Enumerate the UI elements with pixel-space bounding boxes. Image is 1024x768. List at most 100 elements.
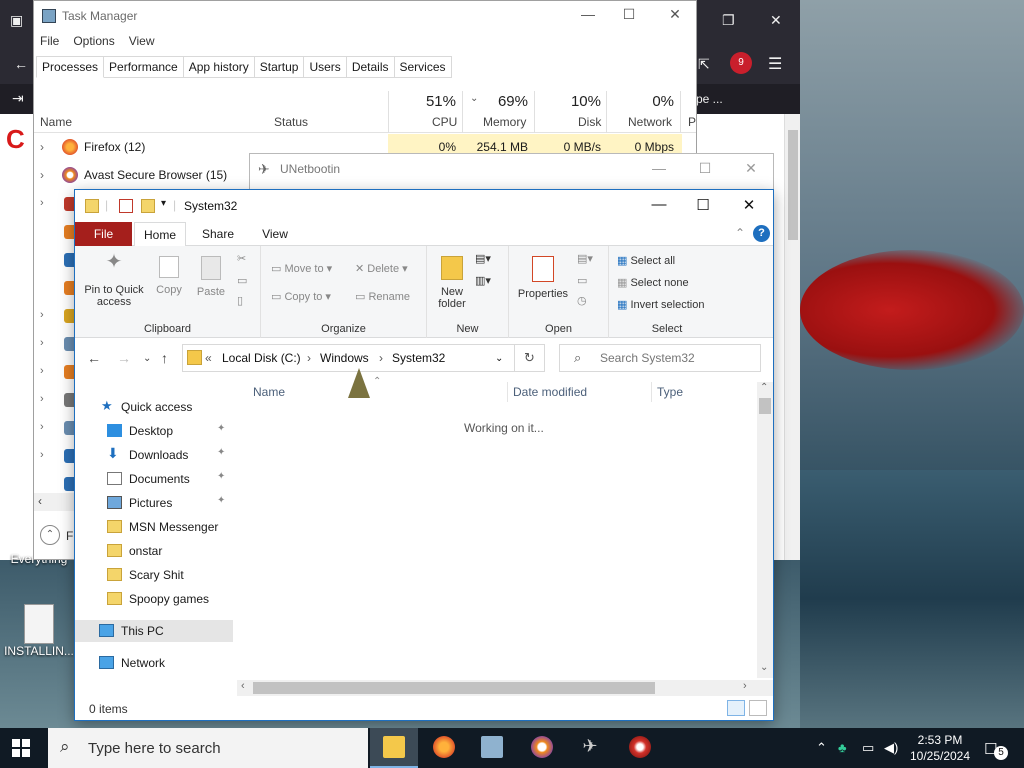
nav-documents[interactable]: Documents ✦ (75, 468, 233, 490)
nav-spoopy-games[interactable]: Spoopy games (75, 588, 233, 610)
edit-icon[interactable]: ▭ (577, 274, 587, 287)
maximize-button[interactable]: ☐ (680, 196, 726, 214)
title-bar[interactable]: | ▾ | System32 — ☐ ✕ (75, 190, 773, 222)
address-dropdown-icon[interactable]: ⌄ (495, 353, 503, 364)
menu-file[interactable]: File (40, 34, 59, 48)
pin-icon[interactable]: ✦ (217, 471, 225, 482)
large-icons-view-icon[interactable] (749, 700, 767, 716)
tab-users[interactable]: Users (304, 56, 347, 78)
up-icon[interactable]: ↑ (161, 350, 168, 366)
pin-icon[interactable]: ✦ (217, 423, 225, 434)
new-folder-icon[interactable] (141, 199, 155, 213)
menu-view[interactable]: View (129, 34, 155, 48)
column-name[interactable]: Name (40, 115, 72, 129)
tab-performance[interactable]: Performance (104, 56, 184, 78)
close-button[interactable]: ✕ (652, 6, 698, 23)
nav-this-pc[interactable]: This PC (75, 620, 233, 642)
chevron-right-icon[interactable]: › (307, 351, 311, 365)
minimize-button[interactable]: — (565, 6, 611, 22)
taskbar-task-manager[interactable] (468, 728, 516, 768)
tab-share[interactable]: Share (193, 222, 243, 246)
scroll-thumb[interactable] (759, 398, 771, 414)
copy-button[interactable]: Copy (153, 256, 185, 296)
scroll-left-icon[interactable]: ‹ (38, 494, 42, 508)
nav-onstar[interactable]: onstar (75, 540, 233, 562)
import-icon[interactable]: ⇥ (12, 90, 24, 107)
pin-icon[interactable]: ✦ (217, 495, 225, 506)
avast-extension-badge[interactable]: 9 (730, 52, 752, 74)
menu-options[interactable]: Options (73, 34, 114, 48)
help-icon[interactable]: ? (753, 225, 770, 242)
column-power[interactable]: P (688, 115, 696, 129)
paste-shortcut-icon[interactable]: ▯ (237, 294, 243, 307)
select-all-button[interactable]: ▦ Select all (617, 254, 675, 267)
browser-close-icon[interactable]: ✕ (770, 12, 782, 29)
taskbar-firefox[interactable] (420, 728, 468, 768)
expand-icon[interactable]: › (40, 140, 44, 154)
back-icon[interactable]: ← (87, 350, 101, 366)
breadcrumb-windows[interactable]: Windows (320, 351, 369, 365)
collapse-ribbon-icon[interactable]: ⌃ (735, 226, 745, 240)
nav-msn-messenger[interactable]: MSN Messenger (75, 516, 233, 538)
sort-up-icon[interactable]: ⌃ (373, 376, 381, 387)
expand-icon[interactable]: › (40, 421, 44, 433)
fewer-details-icon[interactable]: ⌃ (40, 525, 60, 545)
invert-selection-button[interactable]: ▦ Invert selection (617, 298, 704, 311)
minimize-button[interactable]: — (636, 196, 682, 213)
column-date-modified[interactable]: Date modified (513, 385, 587, 399)
search-box[interactable]: ⌕ Search System32 (559, 344, 761, 372)
scroll-up-icon[interactable]: ⌃ (760, 382, 768, 393)
tab-processes[interactable]: Processes (36, 56, 105, 78)
properties-icon[interactable] (119, 199, 133, 213)
fewer-details-label[interactable]: F (66, 529, 73, 543)
restore-icon[interactable]: ❐ (722, 12, 735, 29)
breadcrumb-local-disk[interactable]: Local Disk (C:) (222, 351, 301, 365)
tray-app-icon[interactable]: ♣ (838, 740, 847, 755)
scroll-down-icon[interactable]: ⌄ (760, 662, 768, 673)
new-item-icon[interactable]: ▤▾ (475, 252, 491, 265)
delete-button[interactable]: ✕ Delete ▾ (355, 262, 408, 275)
maximize-button[interactable]: ☐ (606, 6, 652, 23)
nav-pictures[interactable]: Pictures ✦ (75, 492, 233, 514)
expand-icon[interactable]: › (40, 449, 44, 461)
taskbar-file-explorer[interactable] (370, 728, 418, 768)
nav-downloads[interactable]: ⬇ Downloads ✦ (75, 444, 233, 466)
column-disk[interactable]: Disk (578, 115, 601, 129)
tab-file[interactable]: File (75, 222, 132, 246)
expand-icon[interactable]: › (40, 337, 44, 349)
refresh-icon[interactable]: ↻ (515, 344, 545, 372)
breadcrumb-overflow[interactable]: « (205, 351, 212, 365)
browser-tab-icon[interactable]: ▣ (10, 12, 23, 29)
tab-app-history[interactable]: App history (183, 56, 255, 78)
maximize-button[interactable]: ☐ (682, 160, 728, 177)
open-icon[interactable]: ▤▾ (577, 252, 593, 265)
scroll-right-icon[interactable]: › (743, 680, 747, 692)
easy-access-icon[interactable]: ▥▾ (475, 274, 491, 287)
tab-startup[interactable]: Startup (254, 56, 305, 78)
select-none-button[interactable]: ▦ Select none (617, 276, 689, 289)
nav-network[interactable]: Network (75, 652, 233, 674)
cut-icon[interactable]: ✂ (237, 252, 246, 265)
column-memory[interactable]: Memory (483, 115, 526, 129)
column-type[interactable]: Type (657, 385, 683, 399)
breadcrumb-system32[interactable]: System32 (392, 351, 445, 365)
move-to-button[interactable]: ▭ Move to ▾ (271, 262, 332, 275)
new-folder-button[interactable]: New folder (431, 256, 473, 310)
show-hidden-icons-icon[interactable]: ⌃ (816, 740, 827, 756)
windows-start-icon[interactable] (12, 739, 30, 757)
minimize-button[interactable]: — (636, 160, 682, 176)
taskbar-search[interactable]: ⌕ Type here to search (48, 728, 368, 768)
bookmark-overflow[interactable]: pe ... (696, 92, 723, 106)
horizontal-scrollbar[interactable]: ‹ › (237, 680, 773, 696)
column-status[interactable]: Status (274, 115, 308, 129)
scroll-left-icon[interactable]: ‹ (241, 680, 245, 692)
desktop-icon-installer[interactable]: INSTALLIN... (2, 604, 76, 658)
copy-to-button[interactable]: ▭ Copy to ▾ (271, 290, 331, 303)
expand-icon[interactable]: › (40, 393, 44, 405)
scroll-thumb[interactable] (253, 682, 655, 694)
forward-icon[interactable]: → (117, 350, 131, 366)
extensions-icon[interactable]: ⇱ (698, 56, 710, 73)
volume-icon[interactable]: ◀) (884, 740, 898, 756)
expand-icon[interactable]: › (40, 309, 44, 321)
tab-services[interactable]: Services (394, 56, 452, 78)
